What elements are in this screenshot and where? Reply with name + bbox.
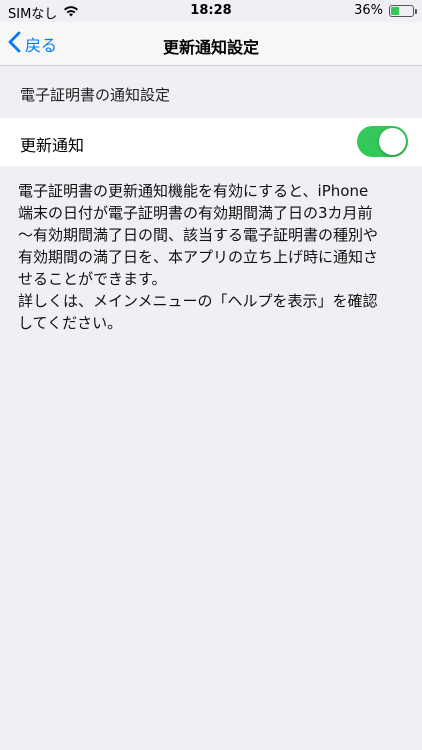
toggle-knob — [379, 128, 406, 155]
update-notification-toggle[interactable] — [357, 126, 408, 157]
update-notification-row: 更新通知 — [0, 118, 422, 166]
update-notification-label: 更新通知 — [20, 136, 85, 155]
status-bar: SIMなし 18:28 36% — [0, 0, 422, 22]
status-right: 36% — [354, 3, 417, 18]
navigation-bar: 戻る 更新通知設定 — [0, 22, 422, 66]
page-title: 更新通知設定 — [162, 38, 259, 57]
section-header: 電子証明書の通知設定 — [20, 86, 171, 104]
battery-icon — [389, 4, 417, 17]
description-text: 電子証明書の更新通知機能を有効にすると、iPhone 端末の日付が電子証明書の有… — [18, 182, 379, 332]
battery-percent: 36% — [354, 3, 383, 18]
